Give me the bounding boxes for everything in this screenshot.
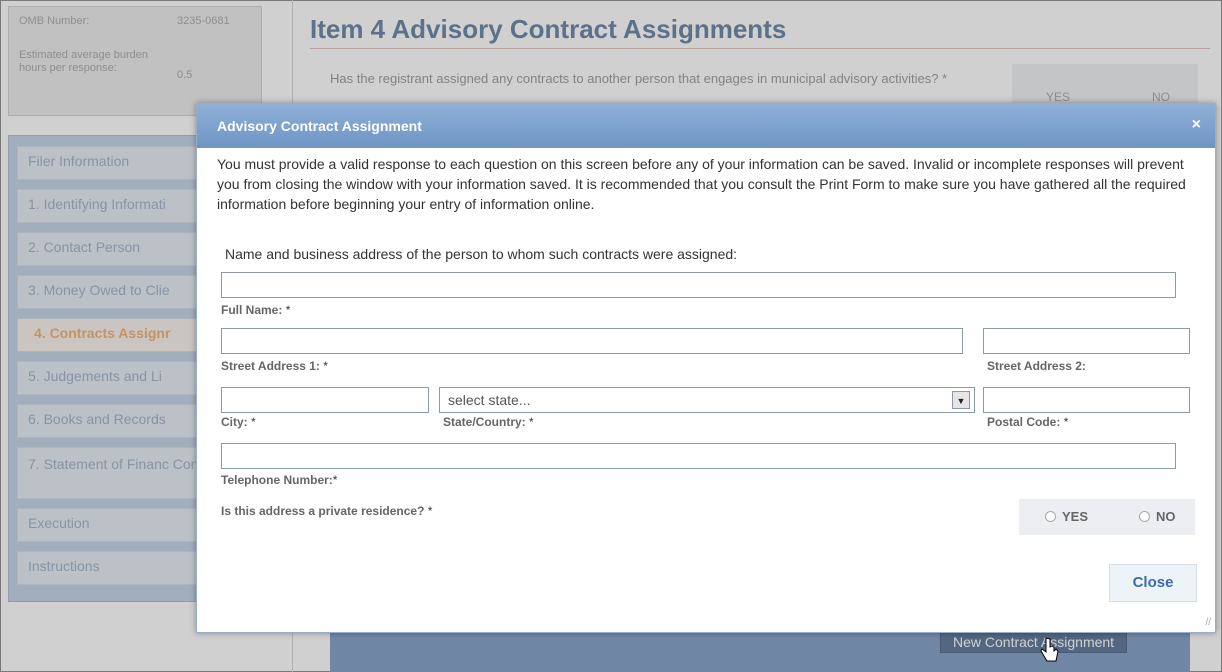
telephone-input[interactable] <box>221 443 1176 469</box>
close-icon[interactable]: × <box>1192 116 1201 134</box>
telephone-label: Telephone Number:* <box>221 473 338 487</box>
state-country-select[interactable]: select state... ▼ <box>439 387 975 413</box>
close-button[interactable]: Close <box>1109 564 1197 602</box>
postal-code-label: Postal Code: * <box>987 415 1069 429</box>
street-address-2-input[interactable] <box>983 328 1190 354</box>
state-select-value: select state... <box>448 392 531 408</box>
city-label: City: * <box>221 415 256 429</box>
dialog-title: Advisory Contract Assignment <box>217 118 422 134</box>
street-address-1-label: Street Address 1: * <box>221 359 328 373</box>
full-name-input[interactable] <box>221 272 1176 298</box>
state-country-label: State/Country: * <box>443 415 534 429</box>
validation-notice: You must provide a valid response to eac… <box>217 156 1186 212</box>
full-name-label: Full Name: * <box>221 303 291 317</box>
radio-icon <box>1045 511 1056 522</box>
radio-icon <box>1139 511 1150 522</box>
residence-yes-radio[interactable]: YES <box>1045 509 1088 524</box>
dialog-header: Advisory Contract Assignment × <box>197 104 1215 148</box>
resize-grip-icon[interactable]: // <box>1205 617 1211 628</box>
private-residence-radio-group: YES NO <box>1019 499 1195 535</box>
private-residence-question: Is this address a private residence? * <box>221 504 433 518</box>
postal-code-input[interactable] <box>983 387 1190 413</box>
street-address-1-input[interactable] <box>221 328 963 354</box>
pointer-cursor-icon <box>1040 637 1059 662</box>
street-address-2-label: Street Address 2: <box>987 359 1086 373</box>
chevron-down-icon[interactable]: ▼ <box>952 391 970 409</box>
advisory-contract-assignment-dialog: Advisory Contract Assignment × You must … <box>196 103 1216 633</box>
city-input[interactable] <box>221 387 429 413</box>
address-subheading: Name and business address of the person … <box>225 246 738 262</box>
residence-no-radio[interactable]: NO <box>1139 509 1176 524</box>
